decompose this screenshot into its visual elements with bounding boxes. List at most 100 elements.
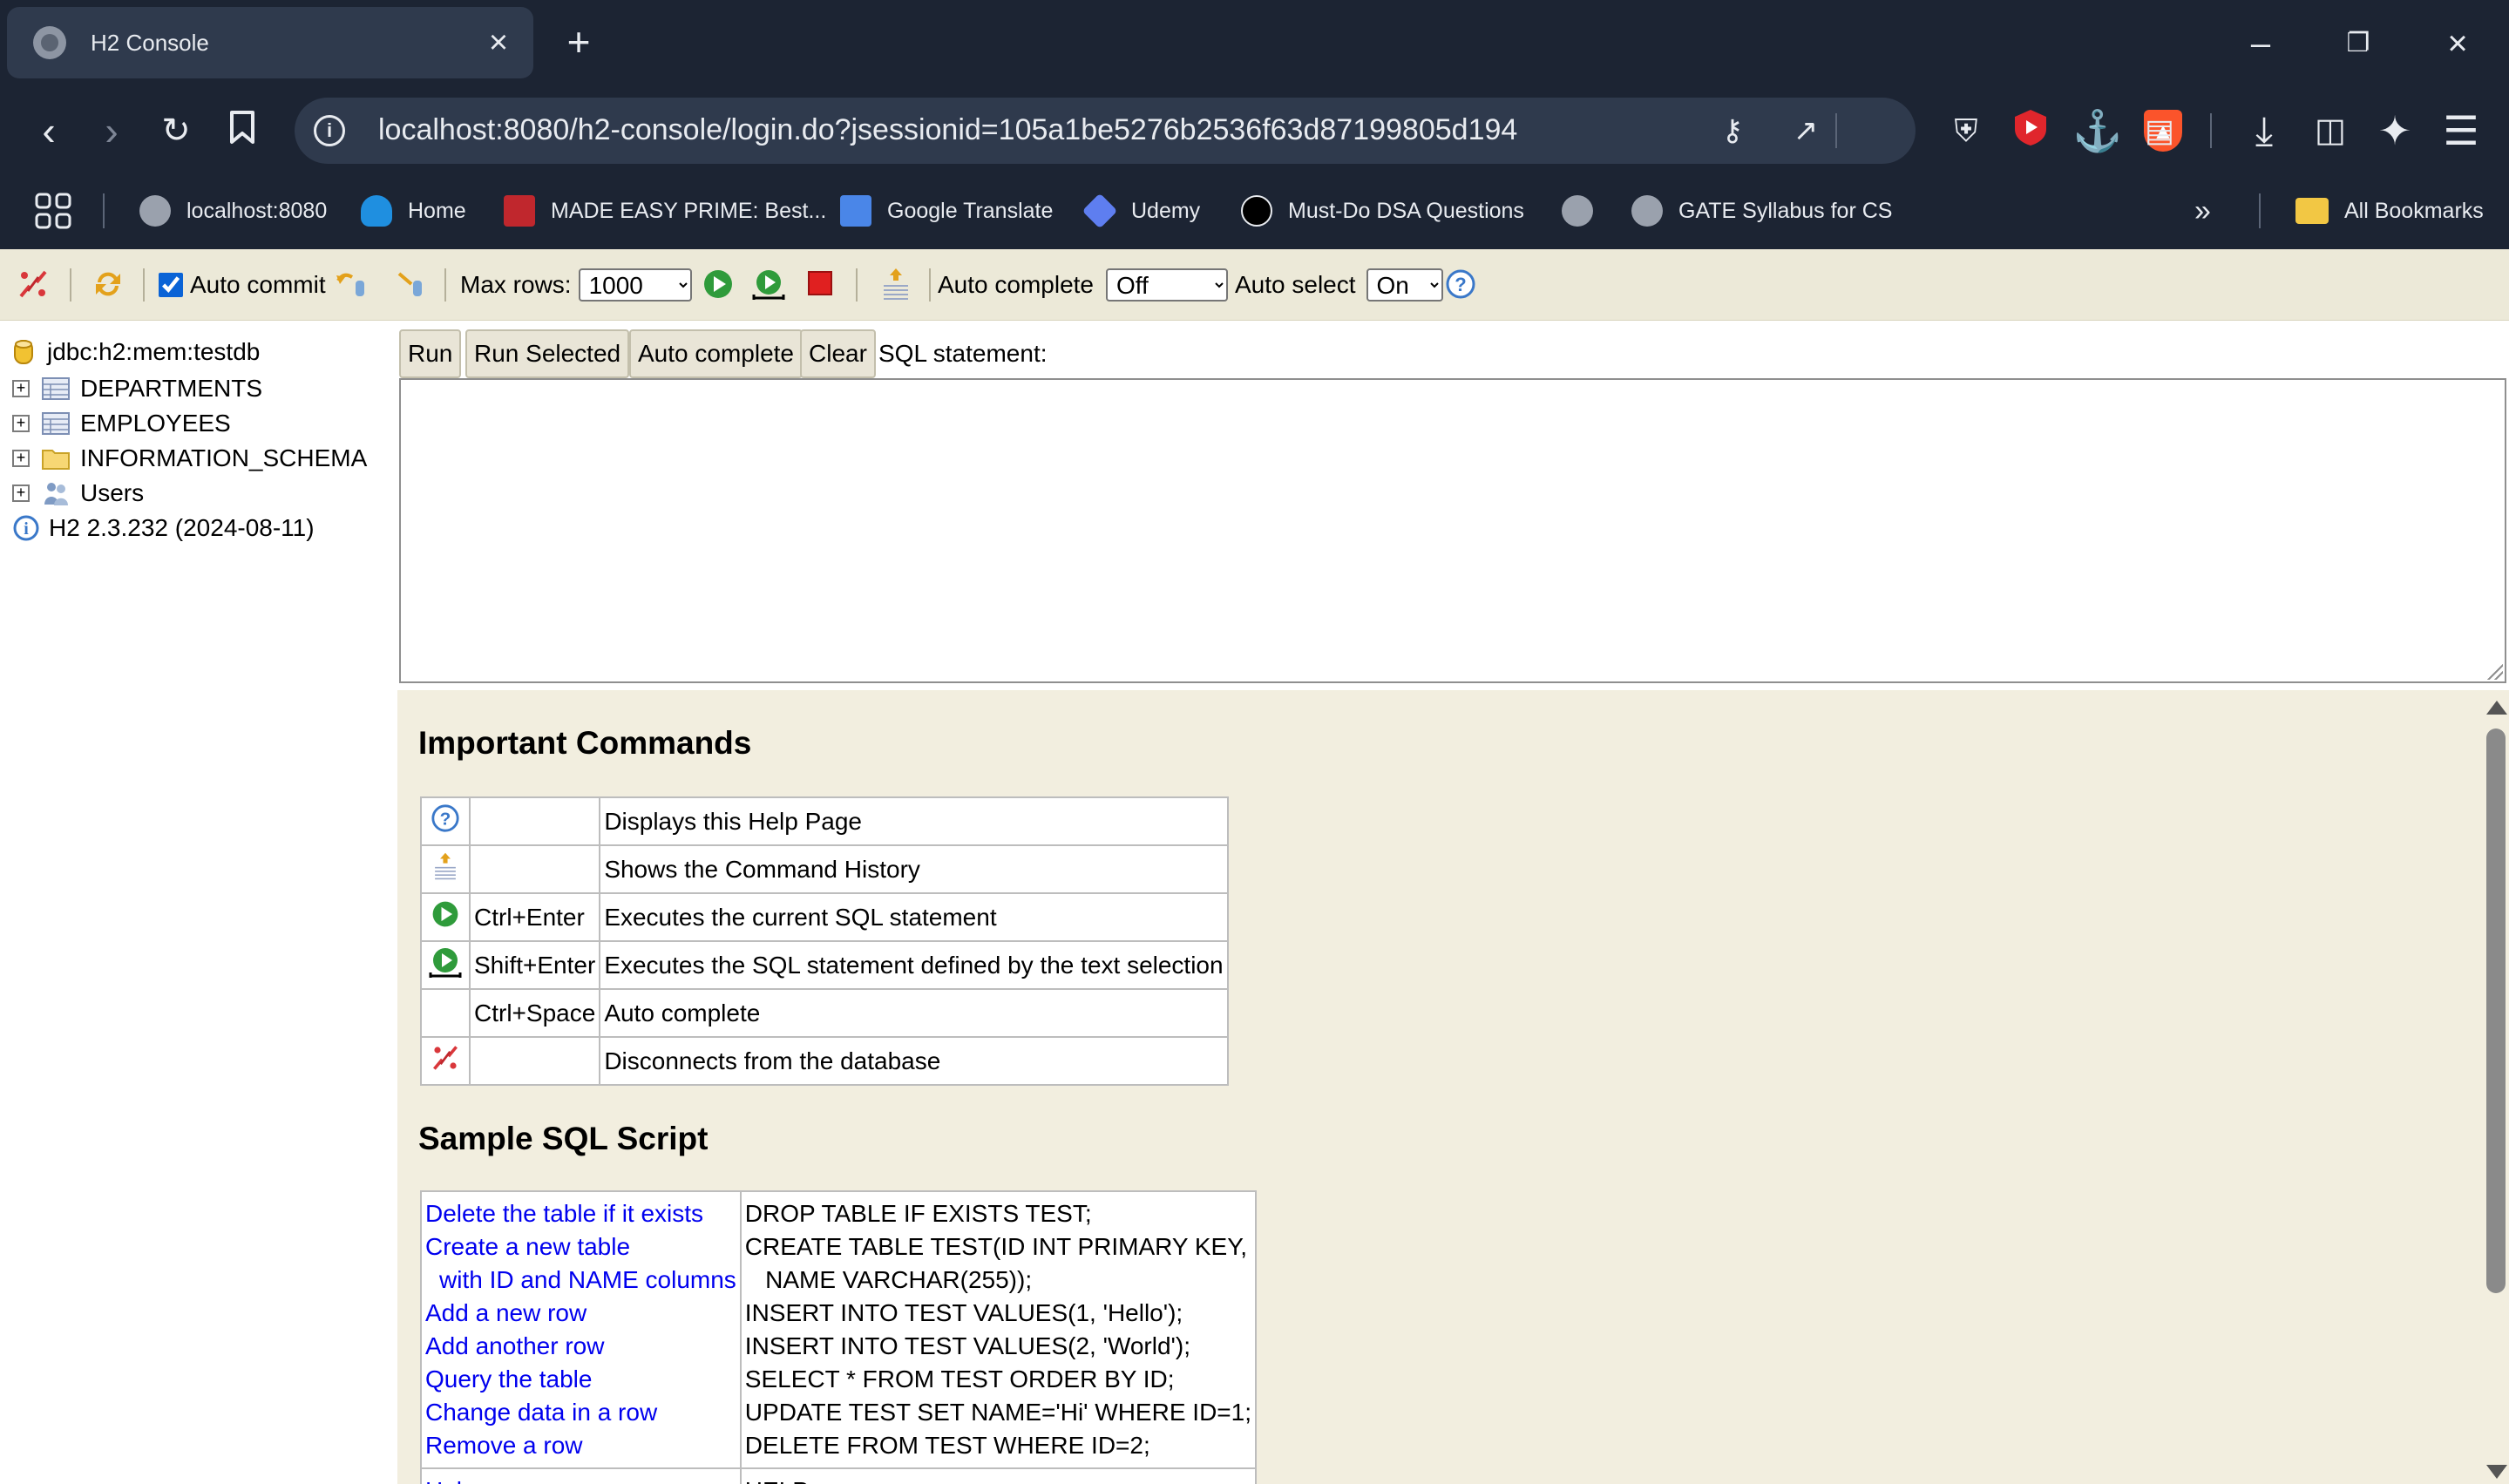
bookmark-label: Google Translate xyxy=(887,198,1054,223)
max-rows-select[interactable]: 1000 xyxy=(578,268,692,302)
tree-item-employees[interactable]: + EMPLOYEES xyxy=(12,406,231,441)
sql-line: UPDATE TEST SET NAME='Hi' WHERE ID=1; xyxy=(744,1399,1251,1426)
table-cell: Shows the Command History xyxy=(599,844,1229,894)
browser-tab[interactable]: H2 Console × xyxy=(7,7,533,78)
auto-commit-control[interactable]: Auto commit xyxy=(159,249,326,321)
key-icon[interactable]: ⚷ xyxy=(1713,113,1752,148)
tree-item-departments[interactable]: + DEPARTMENTS xyxy=(12,371,262,406)
run-selected-icon[interactable] xyxy=(751,267,786,302)
sample-sql-cell: DROP TABLE IF EXISTS TEST; CREATE TABLE … xyxy=(739,1190,1258,1469)
bookmark-gate-syllabus[interactable]: GATE Syllabus for CS xyxy=(1631,190,1892,232)
sql-line: INSERT INTO TEST VALUES(1, 'Hello'); xyxy=(744,1299,1183,1326)
connection-node[interactable]: jdbc:h2:mem:testdb xyxy=(12,335,260,369)
bookmark-localhost[interactable]: localhost:8080 xyxy=(139,190,327,232)
bookmark-udemy[interactable]: Udemy xyxy=(1082,190,1201,232)
help-icon[interactable]: ? xyxy=(1445,268,1476,300)
run-button[interactable]: Run xyxy=(399,329,462,378)
auto-complete-button[interactable]: Auto complete xyxy=(629,329,803,378)
bookmark-globe[interactable] xyxy=(1562,190,1609,232)
more-bookmarks-icon[interactable]: » xyxy=(2194,190,2211,232)
minimize-button[interactable]: – xyxy=(2234,19,2287,68)
brave-vpn-icon[interactable]: ⛨ xyxy=(1943,108,1989,153)
bookmark-dsa[interactable]: Must-Do DSA Questions xyxy=(1241,190,1524,232)
refresh-icon[interactable] xyxy=(91,267,125,302)
database-icon xyxy=(14,340,33,364)
svg-text:i: i xyxy=(24,519,29,539)
cancel-icon[interactable] xyxy=(804,267,838,302)
table-cell xyxy=(468,844,601,894)
apps-button[interactable] xyxy=(35,190,71,232)
url-text[interactable]: localhost:8080/h2-console/login.do?jsess… xyxy=(378,113,1517,147)
bookmark-made-easy[interactable]: MADE EASY PRIME: Best... xyxy=(504,190,826,232)
back-button[interactable]: ‹ xyxy=(26,108,71,153)
all-bookmarks-label: All Bookmarks xyxy=(2344,198,2484,223)
rollback-icon[interactable] xyxy=(335,267,370,302)
restore-button[interactable]: ❐ xyxy=(2332,19,2384,68)
sample-link[interactable]: Create a new table xyxy=(425,1230,736,1264)
info-icon: i xyxy=(13,515,39,541)
sample-link[interactable]: with ID and NAME columns xyxy=(425,1264,736,1297)
divider xyxy=(929,268,931,302)
commands-table: ? Displays this Help Page Shows the Comm… xyxy=(420,796,1229,1086)
reader-mode-icon[interactable]: ▤ xyxy=(2137,108,2182,153)
all-bookmarks-button[interactable]: All Bookmarks xyxy=(2295,190,2484,232)
bookmark-label: Udemy xyxy=(1131,198,1201,223)
clear-button[interactable]: Clear xyxy=(800,329,876,378)
help-link[interactable]: Help xyxy=(425,1474,736,1484)
run-icon[interactable] xyxy=(701,267,736,302)
bookmark-home[interactable]: Home xyxy=(361,190,466,232)
sample-link[interactable]: Remove a row xyxy=(425,1429,736,1462)
sql-line: SELECT * FROM TEST ORDER BY ID; xyxy=(744,1365,1175,1393)
address-bar[interactable]: i localhost:8080/h2-console/login.do?jse… xyxy=(295,98,2182,164)
scroll-up-icon[interactable] xyxy=(2486,701,2507,715)
sample-link[interactable]: Add another row xyxy=(425,1330,736,1363)
tree-item-information-schema[interactable]: + INFORMATION_SCHEMA xyxy=(12,441,367,476)
table-row: Ctrl+Enter Executes the current SQL stat… xyxy=(420,892,1229,942)
sample-sql-heading: Sample SQL Script xyxy=(418,1121,709,1156)
auto-complete-select[interactable]: Off xyxy=(1106,268,1228,302)
site-info-icon[interactable]: i xyxy=(314,115,345,146)
new-tab-button[interactable]: + xyxy=(558,21,600,63)
bookmark-page-button[interactable] xyxy=(220,108,265,153)
downloads-icon[interactable]: ⤓ xyxy=(2241,108,2287,153)
table-row: ? Displays this Help Page xyxy=(420,796,1229,846)
commit-icon[interactable] xyxy=(394,267,429,302)
leo-ai-icon[interactable]: ✦ xyxy=(2372,108,2417,153)
max-rows-control: Max rows: 1000 xyxy=(460,249,692,321)
run-selected-button[interactable]: Run Selected xyxy=(465,329,630,378)
close-window-button[interactable]: × xyxy=(2431,19,2484,68)
reload-button[interactable]: ↻ xyxy=(153,108,199,153)
auto-select-select[interactable]: On xyxy=(1366,268,1443,302)
expand-icon[interactable]: + xyxy=(12,485,30,502)
extensions-icon[interactable]: ⚓ xyxy=(2072,108,2122,153)
tree-item-label: DEPARTMENTS xyxy=(80,375,262,402)
expand-icon[interactable]: + xyxy=(12,450,30,467)
menu-icon[interactable]: ☰ xyxy=(2438,108,2484,153)
sample-link[interactable]: Add a new row xyxy=(425,1297,736,1330)
history-icon[interactable] xyxy=(878,267,913,302)
youtube-extension-icon[interactable] xyxy=(2008,108,2053,153)
disconnect-icon[interactable] xyxy=(16,267,51,302)
share-icon[interactable]: ↗ xyxy=(1787,113,1825,148)
sidebar-icon[interactable]: ◫ xyxy=(2308,108,2353,153)
apps-grid-icon xyxy=(35,193,71,229)
sample-link[interactable]: Change data in a row xyxy=(425,1396,736,1429)
auto-commit-checkbox[interactable] xyxy=(159,273,183,297)
table-row: Ctrl+Space Auto complete xyxy=(420,988,1229,1038)
close-tab-icon[interactable]: × xyxy=(481,25,516,60)
sample-link[interactable]: Query the table xyxy=(425,1363,736,1396)
expand-icon[interactable]: + xyxy=(12,415,30,432)
sql-line: DELETE FROM TEST WHERE ID=2; xyxy=(744,1432,1150,1459)
sql-textarea[interactable] xyxy=(399,378,2506,683)
scroll-down-icon[interactable] xyxy=(2486,1465,2507,1479)
table-row: Shift+Enter Executes the SQL statement d… xyxy=(420,940,1229,990)
forward-button[interactable]: › xyxy=(89,108,134,153)
tree-item-users[interactable]: + Users xyxy=(12,476,144,511)
vertical-scrollbar[interactable] xyxy=(2479,690,2509,1484)
scrollbar-thumb[interactable] xyxy=(2486,728,2506,1293)
bookmark-google-translate[interactable]: Google Translate xyxy=(840,190,1053,232)
sample-link[interactable]: Delete the table if it exists xyxy=(425,1197,736,1230)
expand-icon[interactable]: + xyxy=(12,380,30,397)
resize-grip-icon[interactable] xyxy=(2485,662,2503,680)
query-panel: Run Run Selected Auto complete Clear SQL… xyxy=(397,321,2509,687)
